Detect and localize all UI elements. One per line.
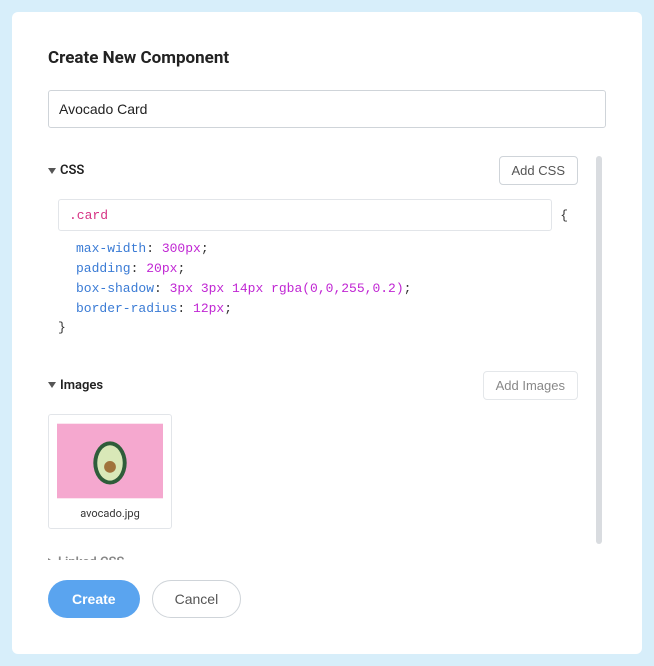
linked-css-label: Linked CSS [58, 555, 124, 560]
dialog-title: Create New Component [48, 48, 606, 68]
add-images-button[interactable]: Add Images [483, 371, 578, 400]
css-section-header: CSS Add CSS [48, 156, 578, 185]
css-open-brace: { [560, 208, 568, 223]
avocado-icon [57, 423, 163, 499]
chevron-right-icon [48, 558, 54, 560]
scrollbar-thumb[interactable] [596, 156, 602, 544]
css-section-toggle[interactable]: CSS [48, 163, 84, 178]
css-selector-input[interactable] [58, 199, 552, 231]
cancel-button[interactable]: Cancel [152, 580, 242, 618]
css-close-brace: } [58, 320, 568, 335]
css-prop: padding [76, 261, 131, 276]
dialog-scroll-area: CSS Add CSS { max-width: 300px; padding:… [48, 156, 606, 560]
linked-css-section-toggle[interactable]: Linked CSS [48, 555, 578, 560]
css-val: 3px 3px 14px rgba(0,0,255,0.2) [170, 281, 404, 296]
add-css-button[interactable]: Add CSS [499, 156, 578, 185]
image-card[interactable]: avocado.jpg [48, 414, 172, 529]
component-name-input[interactable] [48, 90, 606, 128]
create-component-dialog: Create New Component CSS Add CSS { max-w… [12, 12, 642, 654]
css-val: 300px [162, 241, 201, 256]
scrollbar[interactable] [596, 156, 602, 560]
css-val: 12px [193, 301, 224, 316]
chevron-down-icon [48, 382, 56, 388]
css-prop: max-width [76, 241, 146, 256]
images-grid: avocado.jpg [48, 414, 578, 529]
image-filename: avocado.jpg [80, 507, 140, 520]
create-button[interactable]: Create [48, 580, 140, 618]
css-editor[interactable]: { max-width: 300px; padding: 20px; box-s… [48, 199, 578, 345]
dialog-footer: Create Cancel [48, 580, 606, 618]
chevron-down-icon [48, 168, 56, 174]
images-section-header: Images Add Images [48, 371, 578, 400]
image-thumbnail [57, 423, 163, 499]
css-val: 20px [146, 261, 177, 276]
images-section-label: Images [60, 378, 103, 393]
css-prop: box-shadow [76, 281, 154, 296]
css-section-label: CSS [60, 163, 84, 178]
images-section-toggle[interactable]: Images [48, 378, 103, 393]
css-prop: border-radius [76, 301, 177, 316]
